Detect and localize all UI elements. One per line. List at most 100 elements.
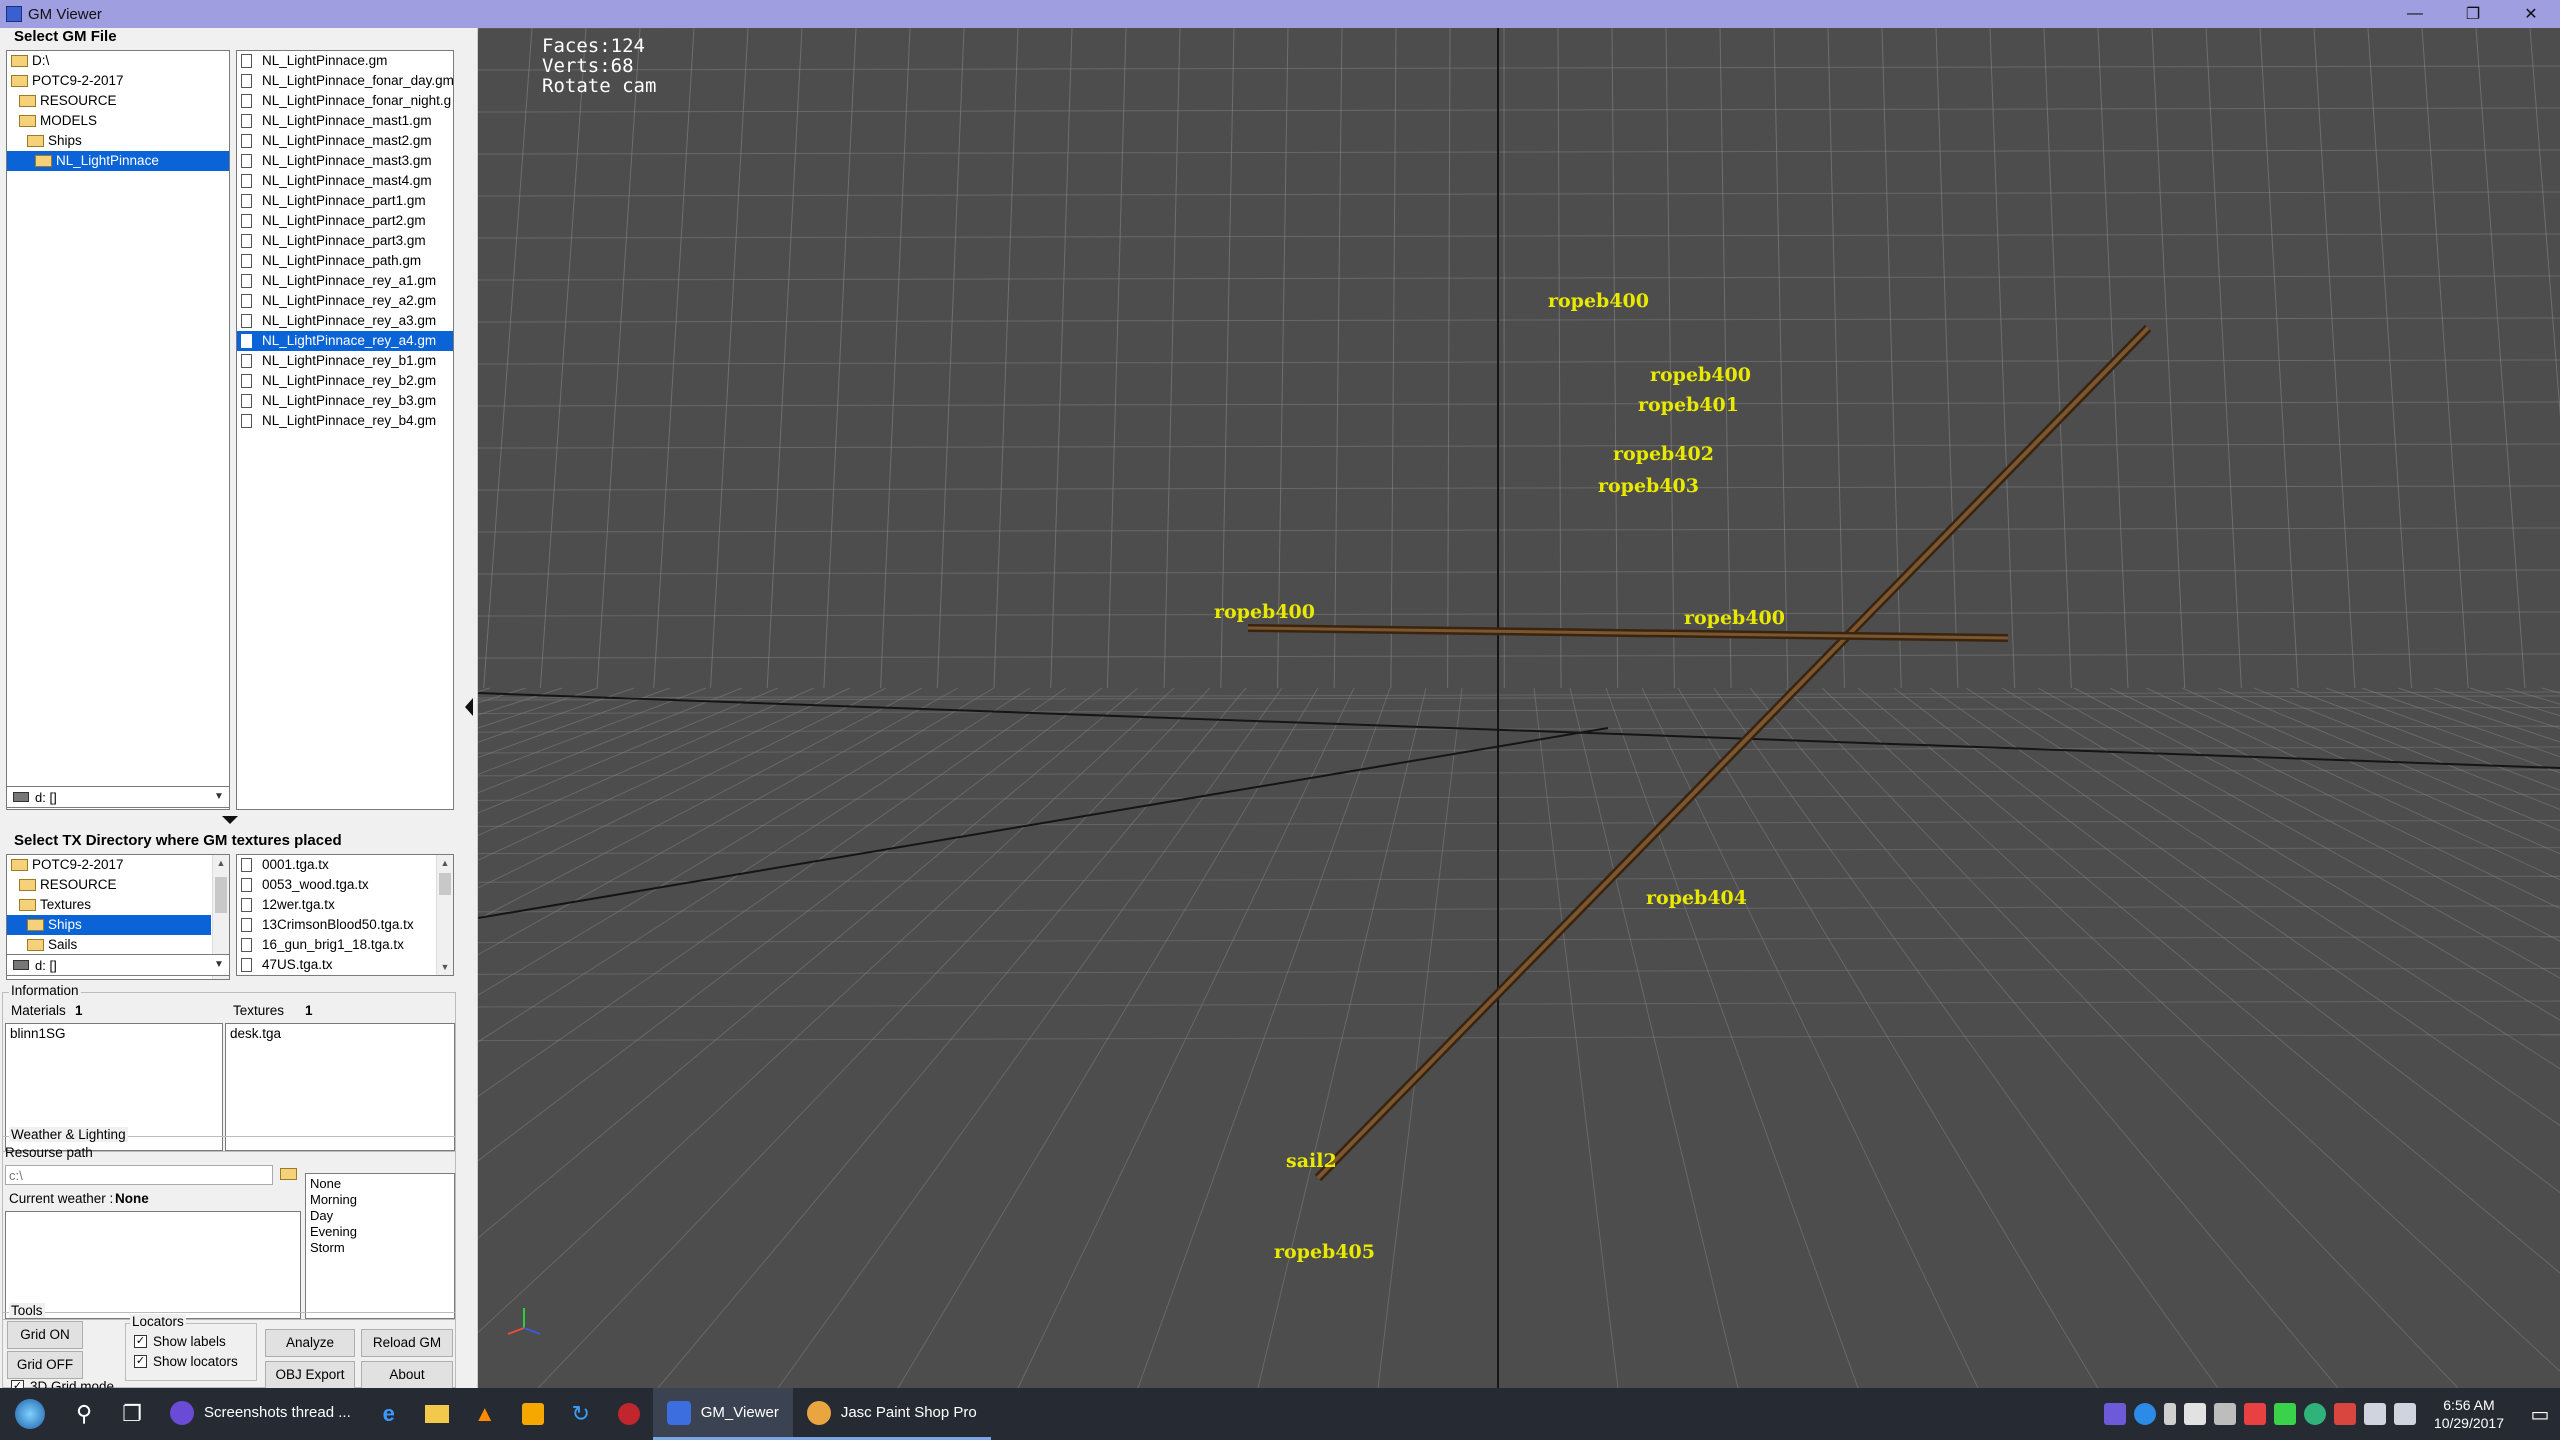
tx-file-item[interactable]: 0001.tga.tx bbox=[237, 855, 453, 875]
gm-file-item[interactable]: NL_LightPinnace_rey_a3.gm bbox=[237, 311, 453, 331]
close-button[interactable]: ✕ bbox=[2502, 0, 2560, 28]
gm-file-item[interactable]: NL_LightPinnace_rey_a4.gm bbox=[237, 331, 453, 351]
3d-viewport[interactable]: Faces:124 Verts:68 Rotate cam ropeb400 ro… bbox=[478, 28, 2560, 1388]
tray-battery-icon[interactable] bbox=[2333, 1403, 2356, 1425]
tray-app-icon[interactable] bbox=[2103, 1403, 2126, 1425]
reload-gm-button[interactable]: Reload GM bbox=[361, 1329, 453, 1357]
weather-list[interactable]: None Morning Day Evening Storm bbox=[305, 1173, 455, 1319]
about-button[interactable]: About bbox=[361, 1361, 453, 1389]
tx-tree-item[interactable]: Sails bbox=[7, 935, 211, 955]
tray-teal-icon[interactable] bbox=[2303, 1403, 2326, 1425]
gm-file-item[interactable]: NL_LightPinnace_rey_b4.gm bbox=[237, 411, 453, 431]
tray-sync-icon[interactable] bbox=[2133, 1403, 2156, 1425]
gm-file-item[interactable]: NL_LightPinnace_rey_a1.gm bbox=[237, 271, 453, 291]
scroll-thumb[interactable] bbox=[215, 877, 227, 913]
scroll-up-icon[interactable]: ▲ bbox=[437, 855, 453, 871]
tray-network-tool-icon[interactable] bbox=[2213, 1403, 2236, 1425]
edge-button[interactable]: e bbox=[365, 1388, 413, 1440]
weather-option[interactable]: None bbox=[310, 1176, 450, 1192]
tx-file-scrollbar[interactable]: ▲ ▼ bbox=[436, 855, 453, 975]
weather-option[interactable]: Morning bbox=[310, 1192, 450, 1208]
show-locators-checkbox[interactable]: ✓ Show locators bbox=[134, 1354, 238, 1369]
gm-file-item[interactable]: NL_LightPinnace_rey_a2.gm bbox=[237, 291, 453, 311]
gm-tree-item[interactable]: D:\ bbox=[7, 51, 229, 71]
analyze-button[interactable]: Analyze bbox=[265, 1329, 355, 1357]
search-button[interactable]: ⚲ bbox=[60, 1388, 108, 1440]
tray-shield-icon[interactable] bbox=[2183, 1403, 2206, 1425]
chevron-down-icon[interactable]: ▼ bbox=[211, 789, 227, 805]
tray-network-icon[interactable] bbox=[2363, 1403, 2386, 1425]
explorer-button[interactable] bbox=[413, 1388, 461, 1440]
tx-file-list[interactable]: 0001.tga.tx 0053_wood.tga.tx 12wer.tga.tx 1… bbox=[236, 854, 454, 976]
chevron-down-icon[interactable]: ▼ bbox=[211, 957, 227, 973]
tx-tree-item[interactable]: Ships bbox=[7, 915, 211, 935]
restore-button[interactable]: ❐ bbox=[2444, 0, 2502, 28]
gm-file-item[interactable]: NL_LightPinnace_mast3.gm bbox=[237, 151, 453, 171]
tx-tree-item[interactable]: Textures bbox=[7, 895, 211, 915]
scroll-up-icon[interactable]: ▲ bbox=[213, 855, 229, 871]
scroll-thumb[interactable] bbox=[439, 873, 451, 895]
gm-file-item[interactable]: NL_LightPinnace_fonar_night.g bbox=[237, 91, 453, 111]
gm-file-item[interactable]: NL_LightPinnace_mast2.gm bbox=[237, 131, 453, 151]
tx-file-item[interactable]: 16_gun_brig1_18.tga.tx bbox=[237, 935, 453, 955]
tx-tree-item[interactable]: RESOURCE bbox=[7, 875, 211, 895]
textures-list[interactable]: desk.tga bbox=[225, 1023, 455, 1151]
weather-option[interactable]: Evening bbox=[310, 1224, 450, 1240]
tray-volume-icon[interactable] bbox=[2393, 1403, 2416, 1425]
notifications-button[interactable]: ▭ bbox=[2520, 1388, 2560, 1440]
tx-file-item[interactable]: 47US.tga.tx bbox=[237, 955, 453, 975]
tray-green-icon[interactable] bbox=[2273, 1403, 2296, 1425]
tx-file-item[interactable]: 13CrimsonBlood50.tga.tx bbox=[237, 915, 453, 935]
minimize-button[interactable]: — bbox=[2386, 0, 2444, 28]
gm-file-item[interactable]: NL_LightPinnace_mast4.gm bbox=[237, 171, 453, 191]
gm-file-item[interactable]: NL_LightPinnace.gm bbox=[237, 51, 453, 71]
splitter-down-icon[interactable] bbox=[222, 816, 238, 824]
grid-on-button[interactable]: Grid ON bbox=[7, 1321, 83, 1349]
gm-tree-item[interactable]: NL_LightPinnace bbox=[7, 151, 229, 171]
tx-file-item[interactable]: 12wer.tga.tx bbox=[237, 895, 453, 915]
task-view-button[interactable]: ❐ bbox=[108, 1388, 156, 1440]
tray-red-icon[interactable] bbox=[2243, 1403, 2266, 1425]
gm-tree-item[interactable]: POTC9-2-2017 bbox=[7, 71, 229, 91]
gm-file-list[interactable]: NL_LightPinnace.gm NL_LightPinnace_fonar_… bbox=[236, 50, 454, 810]
gm-file-item[interactable]: NL_LightPinnace_path.gm bbox=[237, 251, 453, 271]
show-labels-checkbox[interactable]: ✓ Show labels bbox=[134, 1334, 226, 1349]
texture-item[interactable]: desk.tga bbox=[230, 1026, 450, 1041]
collapse-left-icon[interactable] bbox=[465, 698, 473, 716]
clock[interactable]: 6:56 AM 10/29/2017 bbox=[2434, 1396, 2504, 1432]
taskbar-app-firefox[interactable]: Screenshots thread ... bbox=[156, 1388, 365, 1440]
gm-file-item[interactable]: NL_LightPinnace_rey_b2.gm bbox=[237, 371, 453, 391]
gm-file-item[interactable]: NL_LightPinnace_part1.gm bbox=[237, 191, 453, 211]
resource-path-input[interactable] bbox=[5, 1165, 273, 1185]
gm-file-item[interactable]: NL_LightPinnace_mast1.gm bbox=[237, 111, 453, 131]
checkbox-checked-icon[interactable]: ✓ bbox=[134, 1355, 147, 1368]
taskbar-app-gm-viewer[interactable]: GM_Viewer bbox=[652, 1388, 793, 1440]
taskbar-app-paint-shop[interactable]: Jasc Paint Shop Pro bbox=[792, 1388, 991, 1440]
gm-file-item[interactable]: NL_LightPinnace_part2.gm bbox=[237, 211, 453, 231]
gm-tree-item[interactable]: MODELS bbox=[7, 111, 229, 131]
start-button[interactable] bbox=[0, 1388, 60, 1440]
gm-tree-item[interactable]: RESOURCE bbox=[7, 91, 229, 111]
gm-file-item[interactable]: NL_LightPinnace_rey_b3.gm bbox=[237, 391, 453, 411]
tx-drive-select[interactable]: d: [] ▼ bbox=[6, 954, 230, 976]
weather-option[interactable]: Day bbox=[310, 1208, 450, 1224]
tx-file-item[interactable]: 0053_wood.tga.tx bbox=[237, 875, 453, 895]
grid-off-button[interactable]: Grid OFF bbox=[7, 1351, 83, 1379]
media-player-button[interactable] bbox=[509, 1388, 557, 1440]
checkbox-checked-icon[interactable]: ✓ bbox=[134, 1335, 147, 1348]
material-item[interactable]: blinn1SG bbox=[10, 1026, 218, 1041]
panel-splitter[interactable] bbox=[460, 28, 478, 1388]
gm-file-item[interactable]: NL_LightPinnace_fonar_day.gm bbox=[237, 71, 453, 91]
gm-file-item[interactable]: NL_LightPinnace_part3.gm bbox=[237, 231, 453, 251]
vlc-button[interactable]: ▲ bbox=[461, 1388, 509, 1440]
gm-drive-select[interactable]: d: [] ▼ bbox=[6, 786, 230, 808]
gm-directory-tree[interactable]: D:\ POTC9-2-2017 RESOURCE MODELS Ships NL_Lig… bbox=[6, 50, 230, 810]
scroll-down-icon[interactable]: ▼ bbox=[437, 959, 453, 975]
weather-option[interactable]: Storm bbox=[310, 1240, 450, 1256]
browse-folder-button[interactable] bbox=[277, 1163, 299, 1185]
sync-app-button[interactable]: ↻ bbox=[557, 1388, 605, 1440]
gm-file-item[interactable]: NL_LightPinnace_rey_b1.gm bbox=[237, 351, 453, 371]
tray-usb-icon[interactable] bbox=[2163, 1403, 2176, 1425]
tx-tree-item[interactable]: POTC9-2-2017 bbox=[7, 855, 211, 875]
viewport-canvas[interactable] bbox=[478, 28, 2560, 1388]
